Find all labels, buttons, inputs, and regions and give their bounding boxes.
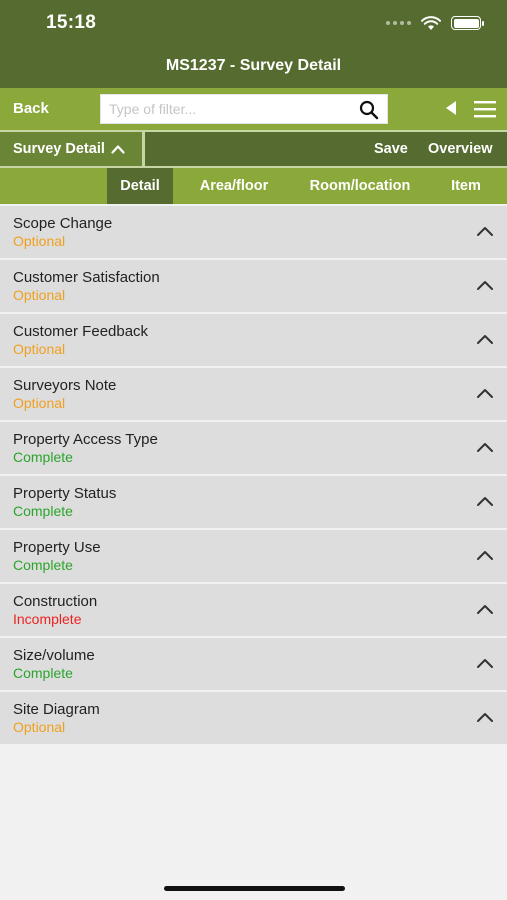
list-item-label: Property Status — [13, 485, 117, 502]
chevron-up-icon[interactable] — [476, 279, 494, 291]
toolbar: Back — [0, 88, 507, 130]
list-item-label: Site Diagram — [13, 701, 100, 718]
triangle-left-icon[interactable] — [446, 101, 456, 115]
chevron-up-icon[interactable] — [476, 549, 494, 561]
chevron-up-icon[interactable] — [476, 657, 494, 669]
list-item-status: Optional — [13, 341, 66, 357]
search-input[interactable] — [101, 95, 346, 123]
page-title: MS1237 - Survey Detail — [165, 57, 342, 74]
search-icon[interactable] — [359, 100, 379, 120]
list-item-status: Complete — [13, 665, 73, 681]
save-button[interactable]: Save — [374, 141, 408, 157]
list-item-status: Complete — [13, 557, 73, 573]
list-item-status: Optional — [13, 395, 66, 411]
list-item-label: Surveyors Note — [13, 377, 117, 394]
section-dropdown[interactable]: Survey Detail — [0, 132, 145, 166]
chevron-up-icon — [111, 145, 125, 154]
list-item-label: Property Use — [13, 539, 101, 556]
list-item-label: Scope Change — [13, 215, 113, 232]
list-item-status: Incomplete — [13, 611, 82, 627]
list-item[interactable]: Property Status Complete — [0, 476, 507, 528]
status-time: 15:18 — [46, 12, 97, 33]
section-bar: Survey Detail Save Overview — [0, 132, 507, 166]
wifi-icon — [421, 15, 441, 30]
status-icons — [386, 14, 484, 32]
tab-area-floor[interactable]: Area/floor — [190, 168, 278, 204]
list-item[interactable]: Surveyors Note Optional — [0, 368, 507, 420]
list-item[interactable]: Size/volume Complete — [0, 638, 507, 690]
battery-icon — [451, 16, 484, 30]
search-box — [100, 94, 388, 124]
list-item-label: Customer Satisfaction — [13, 269, 160, 286]
tab-room-location[interactable]: Room/location — [298, 168, 422, 204]
list-item-status: Optional — [13, 233, 66, 249]
list-item-label: Property Access Type — [13, 431, 158, 448]
menu-icon[interactable] — [474, 100, 496, 118]
chevron-up-icon[interactable] — [476, 495, 494, 507]
list-item-status: Optional — [13, 719, 66, 735]
list-item[interactable]: Customer Feedback Optional — [0, 314, 507, 366]
list-item[interactable]: Property Access Type Complete — [0, 422, 507, 474]
chevron-up-icon[interactable] — [476, 387, 494, 399]
list-item[interactable]: Customer Satisfaction Optional — [0, 260, 507, 312]
list-item-status: Complete — [13, 449, 73, 465]
list-item-label: Construction — [13, 593, 98, 610]
list-item-label: Size/volume — [13, 647, 95, 664]
list-item[interactable]: Property Use Complete — [0, 530, 507, 582]
section-dropdown-label: Survey Detail — [13, 141, 105, 157]
survey-list: Scope Change Optional Customer Satisfactio… — [0, 206, 507, 746]
chevron-up-icon[interactable] — [476, 225, 494, 237]
overview-button[interactable]: Overview — [428, 141, 493, 157]
tab-item[interactable]: Item — [440, 168, 492, 204]
back-button[interactable]: Back — [13, 100, 49, 117]
list-item-label: Customer Feedback — [13, 323, 149, 340]
chevron-up-icon[interactable] — [476, 603, 494, 615]
tab-detail[interactable]: Detail — [107, 168, 173, 204]
app-header: 15:18 MS1237 - Survey Detail — [0, 0, 507, 88]
tab-bar: Detail Area/floor Room/location Item — [0, 168, 507, 204]
chevron-up-icon[interactable] — [476, 441, 494, 453]
signal-icon — [386, 21, 411, 25]
list-item-status: Optional — [13, 287, 66, 303]
list-item[interactable]: Site Diagram Optional — [0, 692, 507, 744]
chevron-up-icon[interactable] — [476, 711, 494, 723]
list-item[interactable]: Construction Incomplete — [0, 584, 507, 636]
chevron-up-icon[interactable] — [476, 333, 494, 345]
list-item-status: Complete — [13, 503, 73, 519]
home-indicator — [164, 886, 345, 891]
list-item[interactable]: Scope Change Optional — [0, 206, 507, 258]
